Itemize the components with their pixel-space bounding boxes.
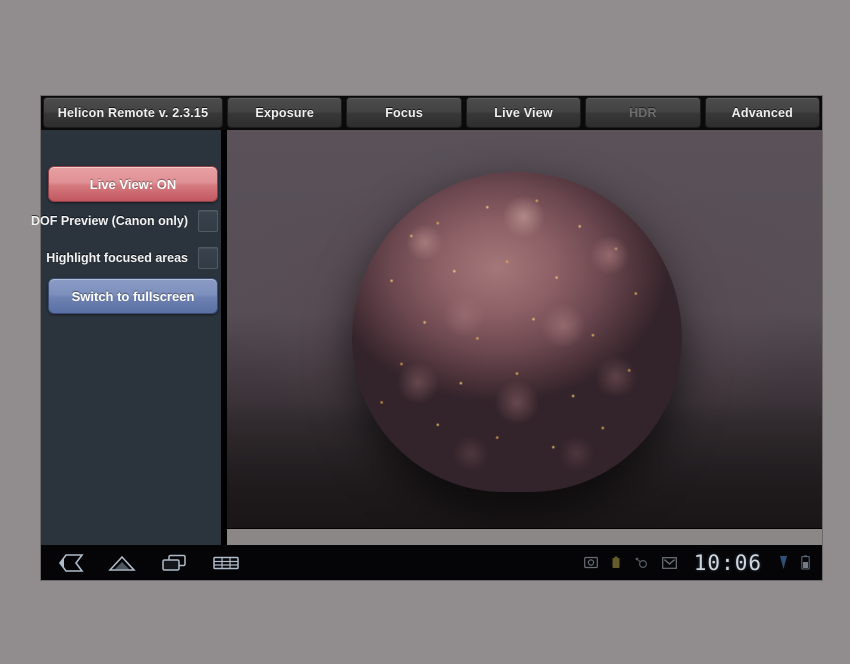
recents-icon[interactable] bbox=[159, 551, 189, 575]
live-view-panel[interactable] bbox=[227, 130, 822, 545]
tab-live-view-label: Live View bbox=[494, 105, 553, 120]
usb-icon-glyph bbox=[612, 556, 620, 568]
live-view-toggle-label: Live View: ON bbox=[89, 176, 177, 192]
tab-focus[interactable]: Focus bbox=[346, 97, 462, 128]
usb-icon bbox=[611, 556, 621, 570]
content-area: Live View: ON DOF Preview (Canon only) H… bbox=[31, 130, 822, 545]
tab-live-view[interactable]: Live View bbox=[465, 97, 582, 128]
highlight-focus-label: Highlight focused areas bbox=[46, 251, 188, 265]
back-icon-glyph bbox=[59, 553, 84, 572]
highlight-focus-row[interactable]: Highlight focused areas bbox=[46, 246, 218, 270]
switch-to-fullscreen-label: Switch to fullscreen bbox=[71, 288, 195, 304]
tab-advanced-label: Advanced bbox=[731, 105, 793, 120]
home-icon[interactable] bbox=[107, 551, 137, 575]
tab-advanced[interactable]: Advanced bbox=[704, 97, 821, 128]
navigation-buttons bbox=[41, 551, 241, 575]
recents-icon-glyph bbox=[162, 554, 186, 571]
pine-cone-subject bbox=[352, 172, 682, 492]
helicon-remote-app-window: Helicon Remote v. 2.3.15 Exposure Focus … bbox=[31, 96, 822, 580]
status-clock: 10:06 bbox=[693, 550, 762, 575]
status-icons: 10:06 bbox=[583, 550, 822, 575]
home-icon-glyph bbox=[108, 555, 136, 571]
tab-bar: Helicon Remote v. 2.3.15 Exposure Focus … bbox=[41, 96, 822, 130]
live-view-sidebar: Live View: ON DOF Preview (Canon only) H… bbox=[31, 130, 224, 545]
tab-focus-label: Focus bbox=[385, 105, 424, 120]
back-icon[interactable] bbox=[55, 551, 85, 575]
android-system-bar: 10:06 bbox=[41, 545, 822, 580]
dof-preview-label: DOF Preview (Canon only) bbox=[31, 214, 188, 228]
screenshot-icon bbox=[583, 556, 598, 569]
gmail-icon bbox=[661, 556, 677, 569]
dof-preview-checkbox[interactable] bbox=[198, 210, 218, 232]
glitter-speckles bbox=[352, 172, 682, 492]
signal-icon bbox=[779, 555, 788, 570]
tab-exposure[interactable]: Exposure bbox=[227, 97, 343, 128]
highlight-focus-checkbox[interactable] bbox=[198, 247, 218, 269]
screenshot-icon-glyph bbox=[583, 556, 598, 569]
tab-app-title-label: Helicon Remote v. 2.3.15 bbox=[57, 105, 209, 120]
live-view-toggle-button[interactable]: Live View: ON bbox=[48, 166, 218, 202]
keyboard-icon[interactable] bbox=[211, 551, 241, 575]
sync-icon bbox=[634, 556, 649, 569]
keyboard-icon-glyph bbox=[213, 556, 239, 569]
live-view-footer-strip bbox=[227, 528, 822, 545]
gmail-icon-glyph bbox=[661, 556, 677, 569]
switch-to-fullscreen-button[interactable]: Switch to fullscreen bbox=[48, 278, 218, 314]
battery-icon-glyph bbox=[801, 555, 810, 570]
tab-exposure-label: Exposure bbox=[255, 105, 314, 120]
signal-icon-glyph bbox=[780, 556, 787, 569]
tab-hdr: HDR bbox=[585, 97, 701, 128]
dof-preview-row[interactable]: DOF Preview (Canon only) bbox=[31, 209, 218, 233]
tab-hdr-label: HDR bbox=[629, 105, 657, 120]
battery-icon bbox=[801, 555, 810, 570]
live-view-preview-image[interactable] bbox=[227, 130, 822, 528]
sync-icon-glyph bbox=[635, 557, 647, 569]
tab-app-title: Helicon Remote v. 2.3.15 bbox=[43, 97, 223, 128]
